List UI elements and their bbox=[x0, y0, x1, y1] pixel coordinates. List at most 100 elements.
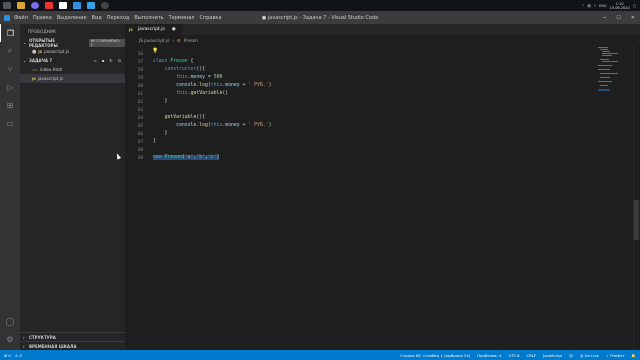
menu-file[interactable]: Файл bbox=[14, 15, 28, 21]
network-icon[interactable]: ▤ bbox=[588, 4, 591, 8]
new-file-icon[interactable]: ▫ bbox=[94, 58, 97, 63]
cursor-position[interactable]: Строка 69, столбец 1 (выбрано 24) bbox=[400, 353, 470, 358]
account-icon[interactable]: ◯ bbox=[0, 312, 20, 330]
code-line: 57 class Preson { bbox=[125, 57, 595, 65]
code-text: constructor(){ bbox=[164, 66, 206, 72]
go-live-button[interactable]: ◎ Go Live bbox=[580, 353, 599, 358]
encoding[interactable]: UTF-8 bbox=[508, 353, 519, 358]
browser-icon[interactable] bbox=[45, 2, 53, 9]
code-line: 64 getVariable(){ bbox=[125, 113, 595, 121]
line-number: 69 bbox=[137, 154, 143, 160]
menu-go[interactable]: Переход bbox=[107, 15, 130, 21]
errors-indicator[interactable]: ⊗ 0 bbox=[4, 353, 11, 358]
line-number: 57 bbox=[137, 58, 143, 64]
outline-label: СТРУКТУРА bbox=[29, 334, 56, 340]
line-number: 65 bbox=[137, 122, 143, 128]
menu-selection[interactable]: Выделение bbox=[57, 15, 87, 21]
settings-gear-icon[interactable]: ⚙ bbox=[0, 330, 20, 348]
line-number: 61 bbox=[137, 90, 143, 96]
code-text: console.log(this.money + ' РУБ.') bbox=[176, 122, 272, 128]
source-control-icon[interactable]: ⑂ bbox=[0, 60, 20, 78]
line-number: 63 bbox=[137, 106, 143, 112]
breadcrumb: JS javascript.js › ⚙ Preson bbox=[125, 35, 640, 45]
editor-tabs: JS javascript.js ● bbox=[125, 24, 640, 35]
volume-icon[interactable]: ♪ bbox=[594, 4, 596, 8]
tab-javascript-js[interactable]: JS javascript.js ● bbox=[125, 24, 182, 35]
unsaved-dot-icon[interactable]: ● bbox=[32, 49, 36, 55]
prettier-button[interactable]: ✓ Prettier bbox=[606, 353, 624, 358]
menu-view[interactable]: Вид bbox=[92, 15, 102, 21]
minimize-icon[interactable]: ─ bbox=[603, 15, 606, 21]
code-line: 68 bbox=[125, 145, 595, 153]
menu-run[interactable]: Выполнить bbox=[134, 15, 163, 21]
file-name: javascript.js bbox=[37, 76, 63, 81]
collapse-all-icon[interactable]: ⊟ bbox=[118, 58, 121, 63]
minimap[interactable] bbox=[595, 45, 633, 105]
line-number: 58 bbox=[137, 66, 143, 72]
line-number: 66 bbox=[137, 130, 143, 136]
line-number: 60 bbox=[137, 82, 143, 88]
end-of-line[interactable]: CRLF bbox=[527, 353, 537, 358]
activity-bar: ❐ ⌕ ⑂ ▷ ⊞ ▭ ◯ ⚙ bbox=[0, 24, 20, 350]
extensions-icon[interactable]: ⊞ bbox=[0, 96, 20, 114]
menu-edit[interactable]: Правка bbox=[33, 15, 52, 21]
vscode-taskbar-icon[interactable] bbox=[73, 2, 81, 9]
notifications-icon[interactable]: ▢ bbox=[633, 4, 636, 8]
yandex-icon[interactable] bbox=[59, 2, 67, 9]
code-text: } bbox=[153, 98, 168, 104]
file-item-javascript-js[interactable]: JS javascript.js bbox=[20, 74, 125, 83]
indentation[interactable]: Пробелов: 4 bbox=[477, 353, 501, 358]
menu-help[interactable]: Справка bbox=[199, 15, 221, 21]
run-debug-icon[interactable]: ▷ bbox=[0, 78, 20, 96]
refresh-icon[interactable]: ↻ bbox=[109, 58, 112, 63]
menu-bar: Файл Правка Выделение Вид Переход Выполн… bbox=[14, 15, 222, 21]
menu-terminal[interactable]: Терминал bbox=[169, 15, 195, 21]
go-live-label: Go Live bbox=[584, 352, 599, 358]
folder-label: ЗАДАЧА 7 bbox=[29, 58, 53, 63]
language-indicator[interactable]: ENG bbox=[599, 4, 607, 8]
clock[interactable]: 1:10 15.06.2020 bbox=[610, 2, 630, 10]
folder-actions: ▫ ▪ ↻ ⊟ bbox=[94, 58, 125, 63]
javascript-file-icon: JS bbox=[32, 76, 36, 81]
file-item-index-html[interactable]: <> index.html bbox=[20, 65, 125, 74]
system-tray: ^ ▤ ♪ ENG 1:10 15.06.2020 ▢ bbox=[582, 2, 640, 10]
remote-explorer-icon[interactable]: ▭ bbox=[0, 114, 20, 132]
breadcrumb-symbol[interactable]: Preson bbox=[184, 38, 198, 43]
language-mode[interactable]: JavaScript bbox=[543, 353, 562, 358]
explorer-icon[interactable]: ❐ bbox=[0, 24, 20, 42]
warning-count: 0 bbox=[19, 352, 22, 358]
tray-chevron-icon[interactable]: ^ bbox=[582, 4, 585, 8]
app-icon[interactable] bbox=[87, 2, 95, 9]
code-line: 66 } bbox=[125, 129, 595, 137]
file-explorer-icon[interactable] bbox=[17, 2, 25, 9]
unsaved-badge: НЕ СОХРАНЕНО: 1 bbox=[88, 38, 126, 47]
unsaved-dot-icon[interactable]: ● bbox=[172, 27, 176, 32]
start-icon[interactable] bbox=[3, 2, 11, 9]
open-editor-item[interactable]: ● JS javascript.js bbox=[20, 47, 125, 56]
line-number: 64 bbox=[137, 114, 143, 120]
scrollbar-thumb[interactable] bbox=[634, 200, 639, 240]
timeline-section[interactable]: › ВРЕМЕННАЯ ШКАЛА bbox=[20, 341, 125, 350]
new-folder-icon[interactable]: ▪ bbox=[102, 58, 105, 63]
search-icon[interactable]: ⌕ bbox=[0, 42, 20, 60]
feedback-icon[interactable]: ☺ bbox=[569, 353, 573, 358]
folder-section[interactable]: ⌄ ЗАДАЧА 7 ▫ ▪ ↻ ⊟ bbox=[20, 56, 125, 65]
prettier-label: Prettier bbox=[610, 352, 625, 358]
outline-section[interactable]: › СТРУКТУРА bbox=[20, 332, 125, 341]
cortana-icon[interactable] bbox=[31, 2, 39, 9]
code-text: console.log(this.money + ' РУБ.') bbox=[176, 82, 272, 88]
code-line: 69 new Preson('a','b','c') bbox=[125, 153, 595, 161]
maximize-icon[interactable]: ☐ bbox=[616, 15, 620, 21]
line-number: 62 bbox=[137, 98, 143, 104]
notifications-bell-icon[interactable]: 🔔 bbox=[631, 353, 636, 358]
code-editor[interactable]: 💡 56 57 class Preson { 58 constructor(){ … bbox=[125, 45, 595, 350]
vertical-scrollbar[interactable] bbox=[633, 45, 640, 350]
close-icon[interactable]: ✕ bbox=[631, 15, 635, 21]
javascript-file-icon: JS bbox=[129, 27, 133, 32]
open-editors-section[interactable]: ⌄ ОТКРЫТЫЕ РЕДАКТОРЫ НЕ СОХРАНЕНО: 1 bbox=[20, 38, 126, 48]
code-text-selected: new Preson('a','b','c') bbox=[153, 154, 220, 160]
breadcrumb-file[interactable]: JS javascript.js bbox=[139, 38, 169, 43]
windows-taskbar: ^ ▤ ♪ ENG 1:10 15.06.2020 ▢ bbox=[0, 0, 640, 11]
warnings-indicator[interactable]: ⚠ 0 bbox=[15, 353, 22, 358]
app-icon[interactable] bbox=[101, 2, 109, 9]
